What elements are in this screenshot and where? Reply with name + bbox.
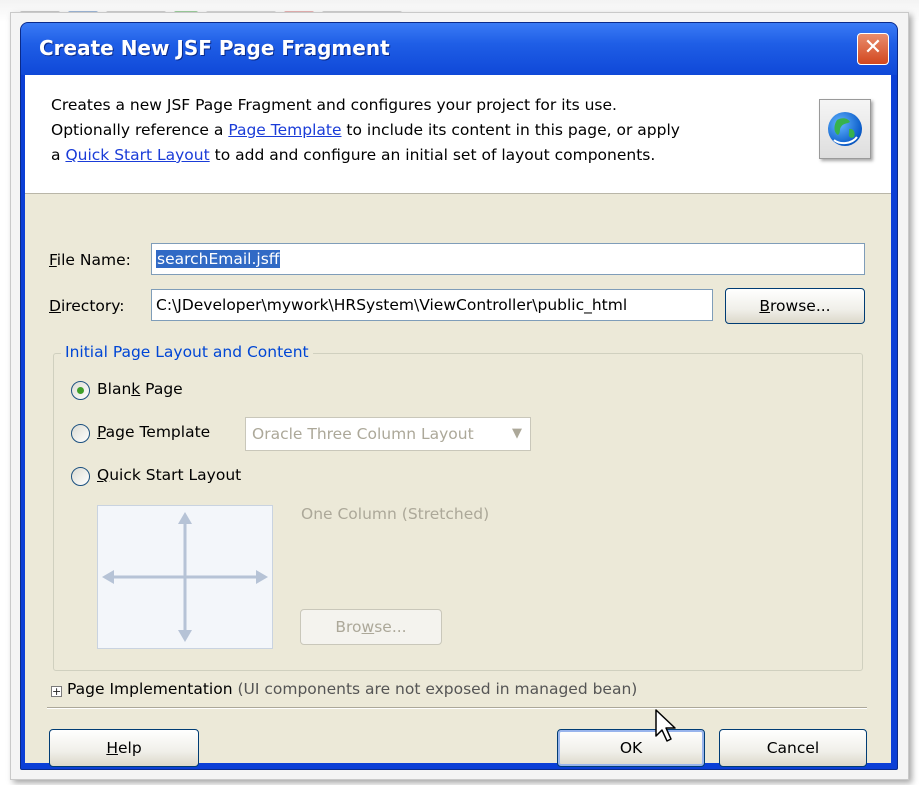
description-line-2-start: Optionally reference a [51,121,229,139]
dialog-title: Create New JSF Page Fragment [39,36,390,60]
group-title: Initial Page Layout and Content [61,343,313,361]
browse-layout-button[interactable]: Browse... [300,609,442,645]
layout-preview-thumbnail[interactable] [97,505,273,649]
help-button[interactable]: Help [49,729,199,767]
description-line-1: Creates a new JSF Page Fragment and conf… [51,96,617,114]
quick-start-layout-radio[interactable] [71,467,90,486]
description-panel: Creates a new JSF Page Fragment and conf… [25,75,891,194]
file-name-value: searchEmail.jsff [156,250,281,268]
close-icon: ✕ [863,35,883,60]
separator [47,707,867,709]
description-line-2-end: to include its content in this page, or … [341,121,680,139]
page-template-label[interactable]: Page Template [97,423,210,441]
quick-layout-name: One Column (Stretched) [301,505,490,523]
file-name-input[interactable]: searchEmail.jsff [151,243,865,275]
ok-button[interactable]: OK [557,729,705,767]
page-template-select[interactable]: Oracle Three Column Layout ▼ [245,417,531,451]
create-jsf-fragment-dialog: Create New JSF Page Fragment ✕ Creates a… [20,22,898,770]
expand-toggle[interactable]: + [51,686,62,697]
page-implementation-title: Page Implementation [67,680,233,698]
close-button[interactable]: ✕ [857,33,889,65]
cancel-button[interactable]: Cancel [719,729,867,767]
quick-start-layout-label[interactable]: Quick Start Layout [97,466,241,484]
description-text: Creates a new JSF Page Fragment and conf… [51,93,781,168]
blank-page-radio[interactable] [71,381,90,400]
mouse-cursor-icon [655,709,676,742]
dialog-body: Creates a new JSF Page Fragment and conf… [25,75,891,767]
quick-start-layout-link[interactable]: Quick Start Layout [65,146,209,164]
stretch-arrows-icon [102,512,268,642]
file-name-label: File Name: [49,251,131,269]
title-bar[interactable]: Create New JSF Page Fragment ✕ [21,23,897,75]
directory-input[interactable]: C:\JDeveloper\mywork\HRSystem\ViewContro… [151,289,713,321]
globe-icon [819,99,871,159]
description-line-3-start: a [51,146,66,164]
page-implementation-note: (UI components are not exposed in manage… [232,680,638,698]
plus-icon: + [52,685,62,698]
blank-page-label[interactable]: Blank Page [97,380,183,398]
page-template-radio[interactable] [71,424,90,443]
page-implementation-label[interactable]: Page Implementation (UI components are n… [67,680,637,698]
page-template-link[interactable]: Page Template [228,121,341,139]
chevron-down-icon: ▼ [512,426,522,441]
browse-directory-button[interactable]: Browse... [725,288,865,324]
page-template-select-value: Oracle Three Column Layout [252,425,474,443]
directory-label: Directory: [49,297,125,315]
description-line-3-end: to add and configure an initial set of l… [209,146,656,164]
